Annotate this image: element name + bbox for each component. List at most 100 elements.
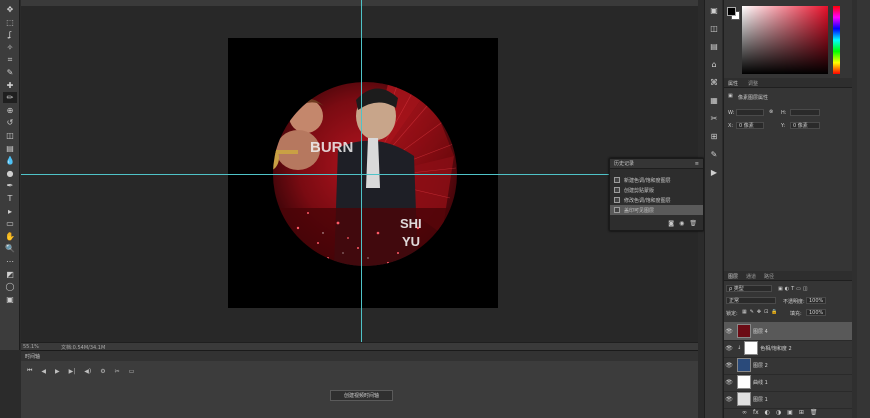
layer-name[interactable]: 图层 1 (753, 396, 768, 403)
layer-name[interactable]: 图层 2 (753, 362, 768, 369)
document-canvas[interactable]: BURN SHI YU (228, 38, 498, 308)
panel-shortcut-9-icon[interactable]: ▶ (709, 168, 719, 177)
visibility-eye-icon[interactable]: 👁 (724, 362, 734, 369)
gradient-tool-icon[interactable]: ▤ (3, 143, 17, 154)
layer-footer-5-icon[interactable]: ⊞ (799, 409, 804, 416)
fill-field[interactable]: 100% (806, 309, 826, 316)
panel-shortcut-0-icon[interactable]: ▣ (709, 6, 719, 15)
layer-footer-1-icon[interactable]: fx (753, 409, 759, 416)
timeline-control-3-icon[interactable]: ▶| (69, 368, 76, 375)
visibility-eye-icon[interactable]: 👁 (724, 328, 734, 335)
layer-footer-2-icon[interactable]: ◐ (765, 409, 770, 416)
timeline-control-6-icon[interactable]: ✂ (115, 368, 120, 375)
layer-footer-3-icon[interactable]: ◑ (776, 409, 781, 416)
healing-tool-icon[interactable]: ✚ (3, 80, 17, 91)
foreground-color-swatch[interactable] (727, 7, 736, 16)
history-panel-header[interactable]: 历史记录 ≡ (610, 159, 703, 169)
timeline-title[interactable]: 时间轴 (25, 353, 40, 360)
layer-footer-4-icon[interactable]: ▣ (787, 409, 793, 416)
eraser-tool-icon[interactable]: ◫ (3, 130, 17, 141)
panel-shortcut-7-icon[interactable]: ⊞ (709, 132, 719, 141)
visibility-eye-icon[interactable]: 👁 (724, 345, 734, 352)
timeline-control-4-icon[interactable]: ◀) (84, 368, 91, 375)
hue-slider[interactable] (833, 6, 840, 74)
vertical-guide[interactable] (361, 0, 362, 342)
opacity-field[interactable]: 100% (806, 297, 826, 304)
type-tool-icon[interactable]: T (3, 193, 17, 204)
panel-shortcut-5-icon[interactable]: ▦ (709, 96, 719, 105)
width-field[interactable] (736, 109, 764, 116)
quickmask-tool-icon[interactable]: ◯ (3, 281, 17, 292)
brush-tool-icon[interactable]: ✏ (3, 92, 17, 104)
pen-tool-icon[interactable]: ✒ (3, 180, 17, 191)
tab-paths[interactable]: 路径 (764, 273, 774, 280)
layer-thumbnail[interactable] (737, 375, 751, 389)
shape-tool-icon[interactable]: ▭ (3, 218, 17, 229)
panel-scrollbar[interactable] (852, 0, 857, 418)
camera-icon[interactable]: ◉ (679, 220, 684, 227)
timeline-control-0-icon[interactable]: ⏮ (27, 367, 32, 375)
marquee-tool-icon[interactable]: ⬚ (3, 17, 17, 28)
history-title[interactable]: 历史记录 (614, 160, 634, 167)
link-icon[interactable]: ⊗ (769, 109, 773, 115)
timeline-control-5-icon[interactable]: ⚙ (100, 368, 105, 375)
blur-tool-icon[interactable]: 💧 (3, 155, 17, 166)
move-tool-icon[interactable]: ✥ (3, 4, 17, 15)
layer-name[interactable]: 图层 4 (753, 328, 768, 335)
layer-name[interactable]: 色相/饱和度 2 (760, 345, 791, 352)
layer-thumbnail[interactable] (737, 358, 751, 372)
magic-wand-tool-icon[interactable]: ✧ (3, 42, 17, 53)
history-item[interactable]: 修改色调/饱和度图层 (610, 195, 703, 205)
panel-shortcut-2-icon[interactable]: ▤ (709, 42, 719, 51)
timeline-control-2-icon[interactable]: ▶ (55, 368, 60, 375)
y-field[interactable]: 0 像素 (790, 122, 820, 129)
stamp-tool-icon[interactable]: ⊕ (3, 105, 17, 116)
eyedropper-tool-icon[interactable]: ✎ (3, 67, 17, 78)
layer-footer-0-icon[interactable]: ∞ (742, 409, 747, 416)
layer-filter-icons[interactable]: ▣◐T▭◫ (778, 286, 810, 292)
tab-adjustments[interactable]: 调整 (748, 80, 758, 87)
screen-mode-tool-icon[interactable]: ▣ (3, 294, 17, 305)
height-field[interactable] (790, 109, 820, 116)
visibility-eye-icon[interactable]: 👁 (724, 396, 734, 403)
layer-footer-6-icon[interactable]: 🗑 (810, 409, 818, 416)
blend-mode-select[interactable]: 正常 (726, 297, 776, 304)
layer-thumbnail[interactable] (737, 324, 751, 338)
lasso-tool-icon[interactable]: ʆ (3, 29, 17, 40)
timeline-header[interactable]: 时间轴 (21, 351, 698, 361)
timeline-control-7-icon[interactable]: ▭ (129, 368, 135, 375)
history-item[interactable]: 创建剪贴蒙版 (610, 185, 703, 195)
lock-icons[interactable]: ▦✎✥⊡🔒 (742, 309, 781, 315)
path-select-tool-icon[interactable]: ▸ (3, 206, 17, 217)
crop-tool-icon[interactable]: ⌗ (3, 54, 17, 65)
zoom-tool-icon[interactable]: 🔍 (3, 243, 17, 254)
panel-shortcut-8-icon[interactable]: ✎ (709, 150, 719, 159)
layer-filter-kind[interactable]: ρ 类型 (726, 285, 772, 292)
dodge-tool-icon[interactable]: ● (3, 168, 17, 179)
timeline-control-1-icon[interactable]: ◀ (41, 368, 46, 375)
panel-menu-icon[interactable]: ≡ (695, 161, 699, 167)
fg-bg-tool-icon[interactable]: ◩ (3, 269, 17, 280)
more-tool-icon[interactable]: ⋯ (3, 256, 17, 267)
panel-shortcut-6-icon[interactable]: ✂ (709, 114, 719, 123)
panel-shortcut-1-icon[interactable]: ◫ (709, 24, 719, 33)
layer-name[interactable]: 曲线 1 (753, 379, 768, 386)
tab-layers[interactable]: 图层 (728, 273, 738, 280)
tab-properties[interactable]: 属性 (728, 80, 738, 87)
panel-shortcut-3-icon[interactable]: ⌂ (709, 60, 719, 69)
x-field[interactable]: 0 像素 (736, 122, 764, 129)
panel-shortcut-4-icon[interactable]: ⌘ (709, 78, 719, 87)
layer-thumbnail[interactable] (744, 341, 759, 355)
history-brush-tool-icon[interactable]: ↺ (3, 117, 17, 128)
hand-tool-icon[interactable]: ✋ (3, 231, 17, 242)
new-snapshot-icon[interactable]: ◙ (668, 220, 674, 227)
trash-icon[interactable]: 🗑 (689, 220, 697, 227)
visibility-eye-icon[interactable]: 👁 (724, 379, 734, 386)
create-video-timeline-button[interactable]: 创建视频时间轴 (330, 390, 393, 401)
layer-row[interactable]: 👁 图层 1 (724, 390, 852, 409)
color-picker-field[interactable] (742, 6, 828, 74)
horizontal-guide[interactable] (21, 174, 698, 175)
layer-thumbnail[interactable] (737, 392, 751, 406)
tab-channels[interactable]: 通道 (746, 273, 756, 280)
history-item[interactable]: 盖印可见图层 (610, 205, 703, 215)
